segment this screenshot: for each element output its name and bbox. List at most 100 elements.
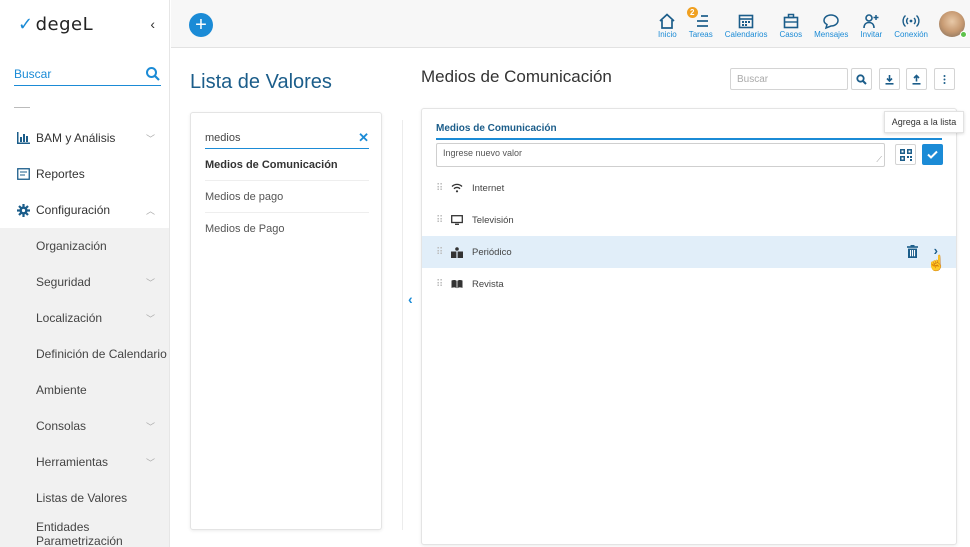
bar-chart-icon	[16, 131, 30, 145]
add-button[interactable]: +	[189, 13, 213, 37]
divider	[14, 107, 30, 108]
nav-label: Calendarios	[724, 30, 768, 39]
sidebar-item-label: Ambiente	[36, 383, 87, 397]
list-item-label: Medios de pago	[205, 190, 284, 203]
sidebar-search-input[interactable]: Buscar	[14, 62, 161, 86]
nav-casos[interactable]: Casos	[773, 0, 808, 48]
chevron-down-icon: ﹀	[145, 421, 155, 432]
sidebar-item-label: Entidades Parametrización	[36, 520, 123, 547]
trash-icon[interactable]	[907, 245, 918, 261]
table-row[interactable]: ⠿ Internet	[422, 172, 956, 204]
list-item[interactable]: Medios de Pago	[205, 213, 369, 245]
upload-button[interactable]	[906, 68, 927, 90]
chevron-down-icon: ﹀	[145, 313, 155, 324]
online-status-icon	[960, 31, 967, 38]
collapse-panel-icon[interactable]: ‹	[408, 291, 413, 307]
row-label: Internet	[472, 182, 505, 194]
home-icon	[659, 13, 675, 29]
search-icon[interactable]	[145, 66, 161, 82]
drag-handle-icon[interactable]: ⠿	[436, 247, 448, 258]
report-icon	[16, 167, 30, 181]
page-title: Lista de Valores	[190, 71, 332, 93]
row-label: Revista	[472, 278, 504, 290]
sidebar-item-consolas[interactable]: Consolas ﹀	[0, 408, 169, 444]
detail-title: Medios de Comunicación	[421, 67, 612, 86]
sidebar-item-configuracion[interactable]: Configuración ︿	[0, 192, 169, 228]
drag-handle-icon[interactable]: ⠿	[436, 279, 448, 290]
resize-handle-icon[interactable]: ⟋	[876, 155, 882, 165]
avatar[interactable]	[934, 0, 970, 48]
sidebar-search-placeholder: Buscar	[14, 66, 52, 81]
wifi-icon	[450, 181, 464, 195]
sidebar-item-localizacion[interactable]: Localización ﹀	[0, 300, 169, 336]
field-label: Medios de Comunicación	[436, 123, 557, 134]
nav-conexion[interactable]: Conexión	[888, 0, 934, 48]
sidebar-item-label: Organización	[36, 239, 107, 253]
gear-icon	[16, 203, 30, 217]
sidebar-item-organizacion[interactable]: Organización	[0, 228, 169, 264]
sidebar-nav: BAM y Análisis ﹀ Reportes Configuración …	[0, 120, 169, 547]
tasks-badge: 2	[686, 7, 698, 18]
sidebar-item-herramientas[interactable]: Herramientas ﹀	[0, 444, 169, 480]
nav-invitar[interactable]: Invitar	[854, 0, 888, 48]
sidebar-item-bam[interactable]: BAM y Análisis ﹀	[0, 120, 169, 156]
sidebar-item-label: Reportes	[36, 167, 85, 181]
wifi-icon	[902, 14, 920, 28]
briefcase-icon	[783, 13, 799, 29]
download-icon	[885, 74, 894, 85]
newspaper-icon	[450, 245, 464, 259]
chevron-up-icon: ︿	[145, 205, 155, 216]
value-list-filter-input[interactable]: medios ✕	[205, 127, 369, 149]
sidebar-item-calendario[interactable]: Definición de Calendario	[0, 336, 169, 372]
nav-calendarios[interactable]: Calendarios	[719, 0, 774, 48]
top-nav: Inicio 2 Tareas Calendarios Casos Mensaj…	[652, 0, 970, 48]
new-value-placeholder: Ingrese nuevo valor	[443, 148, 523, 158]
qr-code-button[interactable]	[895, 144, 916, 165]
nav-tareas[interactable]: 2 Tareas	[683, 0, 719, 48]
list-item-label: Medios de Comunicación	[205, 158, 338, 171]
sidebar-item-label: Configuración	[36, 203, 111, 217]
sidebar-item-label: Seguridad	[36, 275, 91, 289]
row-label: Periódico	[472, 246, 512, 258]
nav-inicio[interactable]: Inicio	[652, 0, 683, 48]
sidebar-item-reportes[interactable]: Reportes	[0, 156, 169, 192]
sidebar-item-seguridad[interactable]: Seguridad ﹀	[0, 264, 169, 300]
nav-label: Inicio	[658, 30, 677, 39]
values-panel: Medios de Comunicación Agrega a la lista…	[421, 108, 964, 545]
table-row[interactable]: ⠿ Periódico › ☝	[422, 236, 956, 272]
nav-label: Tareas	[688, 30, 713, 39]
add-user-icon	[863, 14, 879, 29]
drag-handle-icon[interactable]: ⠿	[436, 183, 448, 194]
check-icon	[927, 150, 938, 159]
sidebar-item-entidades[interactable]: Entidades Parametrización	[0, 516, 169, 547]
detail-search-input[interactable]: Buscar	[730, 68, 848, 90]
more-options-button[interactable]	[934, 68, 955, 90]
chevron-down-icon: ﹀	[145, 277, 155, 288]
filter-value: medios	[205, 131, 241, 144]
table-row[interactable]: ⠿ Revista	[422, 268, 956, 300]
sidebar-item-label: Definición de Calendario	[36, 347, 167, 361]
search-icon	[856, 73, 867, 85]
list-item[interactable]: Medios de pago	[205, 181, 369, 213]
add-to-list-button[interactable]	[922, 144, 943, 165]
upload-icon	[912, 73, 921, 85]
list-item[interactable]: Medios de Comunicación	[205, 149, 369, 181]
sidebar-item-ambiente[interactable]: Ambiente	[0, 372, 169, 408]
nav-label: Invitar	[860, 30, 883, 39]
panel-divider	[402, 120, 403, 530]
search-button[interactable]	[851, 68, 872, 90]
logo[interactable]: ✓ degeL	[18, 14, 93, 35]
sidebar-item-label: BAM y Análisis	[36, 131, 116, 145]
drag-handle-icon[interactable]: ⠿	[436, 215, 448, 226]
download-button[interactable]	[879, 68, 900, 90]
chevron-left-icon[interactable]: ‹	[150, 16, 155, 32]
sidebar-item-label: Localización	[36, 311, 103, 325]
configuracion-submenu: Organización Seguridad ﹀ Localización ﹀ De…	[0, 228, 169, 547]
table-row[interactable]: ⠿ Televisión	[422, 204, 956, 236]
new-value-input[interactable]: Ingrese nuevo valor ⟋	[436, 143, 885, 167]
nav-label: Mensajes	[814, 30, 849, 39]
row-label: Televisión	[472, 214, 514, 226]
clear-filter-icon[interactable]: ✕	[358, 130, 369, 146]
nav-mensajes[interactable]: Mensajes	[808, 0, 854, 48]
sidebar-item-listas-valores[interactable]: Listas de Valores	[0, 480, 169, 516]
